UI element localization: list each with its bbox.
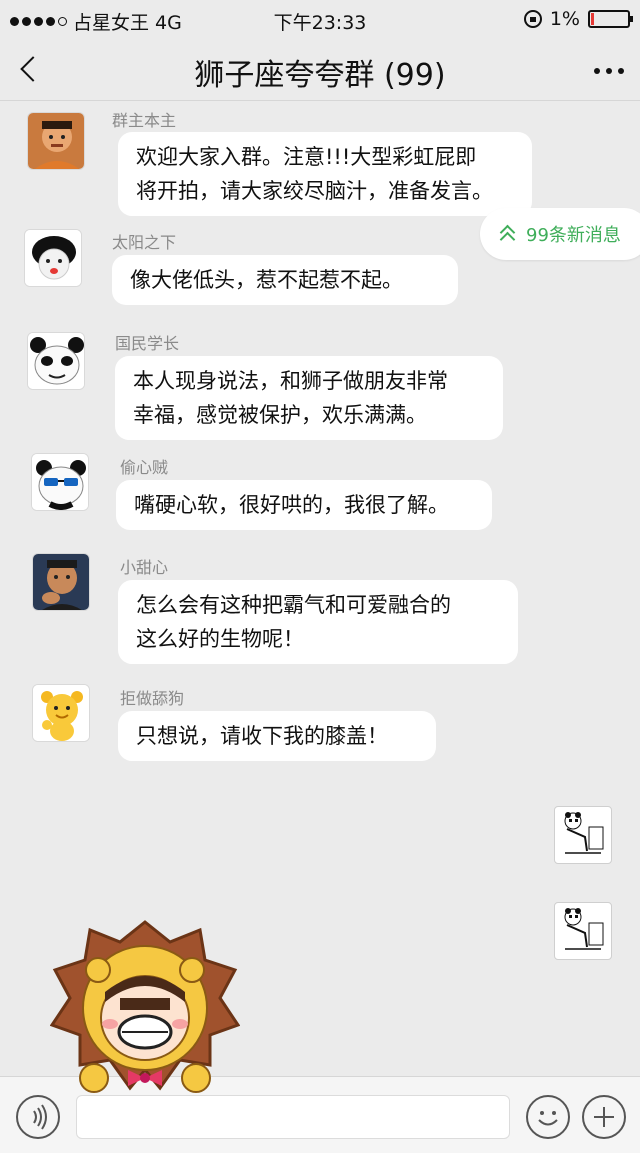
- sender-name: 群主本主: [112, 111, 177, 130]
- rotation-lock-icon: [523, 10, 542, 28]
- message-bubble[interactable]: 本人现身说法，和狮子做朋友非常 幸福，感觉被保护，欢乐满满。: [115, 356, 503, 440]
- smile-icon: [538, 1111, 558, 1126]
- message-bubble[interactable]: 欢迎大家入群。注意!!!大型彩虹屁即 将开拍，请大家绞尽脑汁，准备发言。: [118, 132, 532, 216]
- voice-icon: [33, 1104, 47, 1130]
- yellow-bear-avatar[interactable]: [32, 684, 90, 742]
- message-bubble[interactable]: 嘴硬心软，很好哄的，我很了解。: [116, 480, 492, 530]
- status-right: 1%: [523, 8, 633, 30]
- nav-bar: 狮子座夸夸群 (99): [0, 38, 640, 101]
- panda-face-avatar[interactable]: [27, 332, 85, 390]
- member-count: (99): [383, 58, 446, 93]
- lipstick-girl-avatar[interactable]: [24, 229, 82, 287]
- thinking-man-avatar[interactable]: [32, 553, 90, 611]
- status-bar: 占星女王 4G 下午23:33 1%: [0, 0, 640, 38]
- voice-input-button[interactable]: [16, 1095, 60, 1139]
- kneeling-panda-sticker[interactable]: [554, 806, 612, 864]
- message-bubble[interactable]: 怎么会有这种把霸气和可爱融合的 这么好的生物呢！: [118, 580, 518, 664]
- message-bubble[interactable]: 像大佬低头，惹不起惹不起。: [112, 255, 458, 305]
- new-messages-button[interactable]: 99条新消息: [480, 208, 640, 260]
- sender-name: 国民学长: [115, 334, 180, 353]
- emoji-button[interactable]: [526, 1095, 570, 1139]
- battery-percent: 1%: [549, 8, 580, 30]
- message-bubble[interactable]: 只想说，请收下我的膝盖！: [118, 711, 436, 761]
- battery-icon: [588, 10, 633, 28]
- sunglasses-panda-avatar[interactable]: [31, 453, 89, 511]
- sender-name: 偷心贼: [120, 458, 169, 477]
- more-icon[interactable]: [594, 68, 624, 74]
- group-name: 狮子座夸夸群: [194, 58, 375, 93]
- lion-mascot-sticker: [50, 920, 240, 1093]
- sender-name: 太阳之下: [112, 233, 177, 252]
- sender-name: 小甜心: [120, 558, 169, 577]
- kneeling-panda-sticker[interactable]: [554, 902, 612, 960]
- new-messages-label: 99条新消息: [526, 225, 621, 246]
- double-chevron-up-icon: [496, 223, 518, 248]
- chat-title: 狮子座夸夸群 (99): [0, 50, 640, 94]
- chubby-man-avatar[interactable]: [27, 112, 85, 170]
- plus-icon[interactable]: [582, 1095, 626, 1139]
- sender-name: 拒做舔狗: [120, 689, 185, 708]
- message-input[interactable]: [76, 1095, 510, 1139]
